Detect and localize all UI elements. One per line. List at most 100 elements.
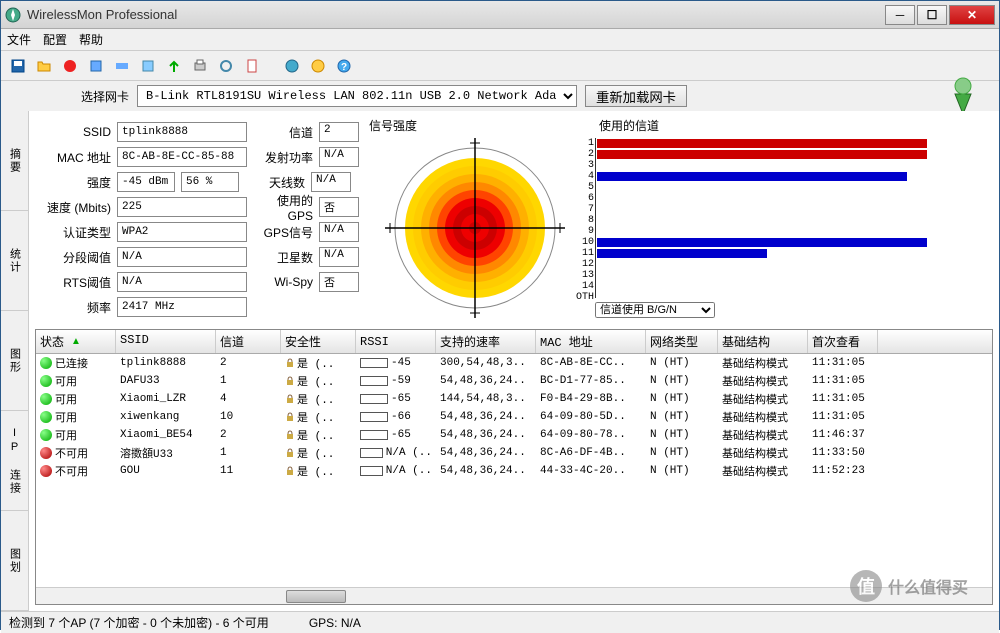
globe-icon[interactable]: [281, 55, 303, 77]
signal-bar-icon: [360, 376, 388, 386]
settings-icon[interactable]: [307, 55, 329, 77]
strength-label: 强度: [39, 174, 111, 191]
network1-icon[interactable]: [85, 55, 107, 77]
save-icon[interactable]: [7, 55, 29, 77]
col-rssi[interactable]: RSSI: [356, 330, 436, 353]
col-first[interactable]: 首次查看: [808, 330, 878, 353]
channel-bar: [597, 238, 927, 247]
tab-summary[interactable]: 摘要: [1, 111, 28, 211]
col-chan[interactable]: 信道: [216, 330, 281, 353]
gps-use-value: 否: [319, 197, 359, 217]
channel-number: 8: [578, 215, 594, 226]
col-ssid[interactable]: SSID: [116, 330, 216, 353]
tab-stats[interactable]: 统计: [1, 211, 28, 311]
menu-help[interactable]: 帮助: [79, 31, 103, 48]
status-dot-icon: [40, 393, 52, 405]
cell-mac: 64-09-80-5D..: [536, 411, 646, 423]
col-type[interactable]: 网络类型: [646, 330, 718, 353]
channel-number: 1: [578, 138, 594, 149]
frag-label: 分段阈值: [39, 249, 111, 266]
tab-ipconn[interactable]: IP 连接: [1, 411, 28, 511]
channel-bar-row: 14: [600, 281, 993, 292]
cell-rssi: N/A (..: [386, 465, 432, 477]
status-text: 可用: [55, 373, 77, 389]
cell-sec: 是 (..: [297, 391, 334, 407]
cell-sec: 是 (..: [297, 373, 334, 389]
help-icon[interactable]: ?: [333, 55, 355, 77]
rts-label: RTS阈值: [39, 274, 111, 291]
cell-type: N (HT): [646, 357, 718, 369]
channel-number: 10: [578, 237, 594, 248]
h-scrollbar[interactable]: [36, 587, 992, 604]
cell-ssid: 溶擞頟U33: [116, 445, 216, 461]
col-status[interactable]: 状态▲: [36, 330, 116, 353]
cell-ssid: xiwenkang: [116, 411, 216, 423]
cell-chan: 1: [216, 375, 281, 387]
col-mac[interactable]: MAC 地址: [536, 330, 646, 353]
channel-number: 2: [578, 149, 594, 160]
signal-bar-icon: [360, 430, 388, 440]
col-sec[interactable]: 安全性: [281, 330, 356, 353]
table-row[interactable]: 可用 Xiaomi_BE54 2 是 (.. -65 54,48,36,24..…: [36, 426, 992, 444]
cell-ssid: Xiaomi_BE54: [116, 429, 216, 441]
network2-icon[interactable]: [111, 55, 133, 77]
scroll-thumb[interactable]: [286, 590, 346, 603]
maximize-button[interactable]: ☐: [917, 5, 947, 25]
table-body: 已连接 tplink8888 2 是 (.. -45 300,54,48,3..…: [36, 354, 992, 587]
gps-use-label: 使用的GPS: [257, 192, 313, 223]
minimize-button[interactable]: ─: [885, 5, 915, 25]
export-icon[interactable]: [163, 55, 185, 77]
folder-icon[interactable]: [33, 55, 55, 77]
clipboard-icon[interactable]: [241, 55, 263, 77]
info-column: SSIDtplink8888信道2 MAC 地址8C-AB-8E-CC-85-8…: [35, 117, 365, 325]
wispy-value: 否: [319, 272, 359, 292]
table-row[interactable]: 不可用 GOU 11 是 (.. N/A (.. 54,48,36,24.. 4…: [36, 462, 992, 480]
antenna-label: 天线数: [249, 174, 305, 191]
status-dot-icon: [40, 429, 52, 441]
status-dot-icon: [40, 447, 52, 459]
adapter-select[interactable]: B-Link RTL8191SU Wireless LAN 802.11n US…: [137, 85, 577, 107]
network3-icon[interactable]: [137, 55, 159, 77]
table-row[interactable]: 可用 DAFU33 1 是 (.. -59 54,48,36,24.. BC-D…: [36, 372, 992, 390]
cell-first: 11:31:05: [808, 375, 878, 387]
print-icon[interactable]: [189, 55, 211, 77]
col-rate[interactable]: 支持的速率: [436, 330, 536, 353]
status-text: 可用: [55, 427, 77, 443]
channel-number: 14: [578, 281, 594, 292]
auth-value: WPA2: [117, 222, 247, 242]
content: SSIDtplink8888信道2 MAC 地址8C-AB-8E-CC-85-8…: [29, 111, 999, 611]
freq-label: 频率: [39, 299, 111, 316]
cell-infra: 基础结构模式: [718, 427, 808, 443]
table-row[interactable]: 已连接 tplink8888 2 是 (.. -45 300,54,48,3..…: [36, 354, 992, 372]
tool1-icon[interactable]: [215, 55, 237, 77]
channel-usage-dropdown[interactable]: 信道使用 B/G/N: [595, 302, 993, 318]
channel-usage-select[interactable]: 信道使用 B/G/N: [595, 302, 715, 318]
tab-graph[interactable]: 图形: [1, 311, 28, 411]
table-row[interactable]: 可用 Xiaomi_LZR 4 是 (.. -65 144,54,48,3.. …: [36, 390, 992, 408]
cell-mac: 44-33-4C-20..: [536, 465, 646, 477]
record-icon[interactable]: [59, 55, 81, 77]
titlebar[interactable]: WirelessMon Professional ─ ☐ ✕: [1, 1, 999, 29]
cell-ssid: GOU: [116, 465, 216, 477]
table-row[interactable]: 可用 xiwenkang 10 是 (.. -66 54,48,36,24.. …: [36, 408, 992, 426]
tab-map[interactable]: 图划: [1, 511, 28, 611]
channel-bars: 1234567891011121314OTH: [595, 138, 993, 298]
toolbar: ?: [1, 51, 999, 81]
menu-file[interactable]: 文件: [7, 31, 31, 48]
txpower-value: N/A: [319, 147, 359, 167]
txpower-label: 发射功率: [257, 149, 313, 166]
cell-first: 11:31:05: [808, 357, 878, 369]
status-text: 可用: [55, 409, 77, 425]
col-infra[interactable]: 基础结构: [718, 330, 808, 353]
channel-number: 4: [578, 171, 594, 182]
reload-button[interactable]: 重新加载网卡: [585, 85, 687, 107]
cell-sec: 是 (..: [297, 463, 334, 479]
cell-type: N (HT): [646, 393, 718, 405]
channel-bar: [597, 139, 927, 148]
channel-number: 9: [578, 226, 594, 237]
menu-config[interactable]: 配置: [43, 31, 67, 48]
close-button[interactable]: ✕: [949, 5, 995, 25]
table-row[interactable]: 不可用 溶擞頟U33 1 是 (.. N/A (.. 54,48,36,24..…: [36, 444, 992, 462]
cell-sec: 是 (..: [297, 355, 334, 371]
cell-rate: 54,48,36,24..: [436, 411, 536, 423]
